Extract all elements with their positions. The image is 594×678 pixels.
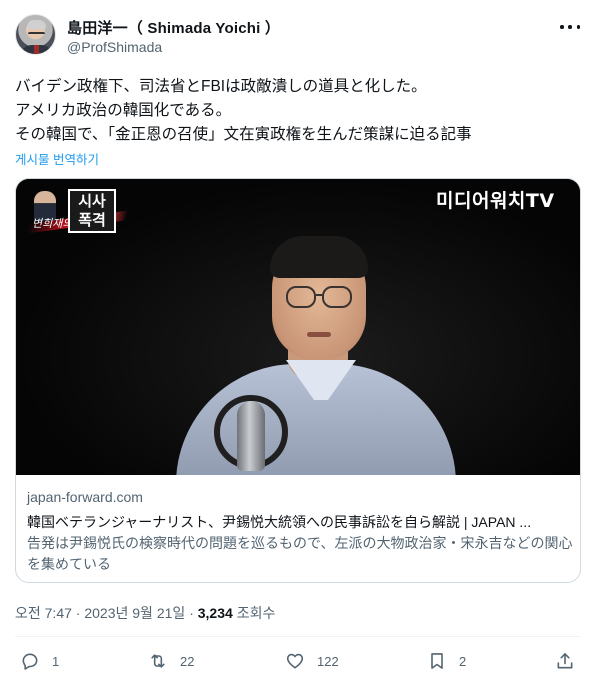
link-preview-card[interactable]: 변희재의 시사 폭격 미디어워치TV japan-forward.com 韓国ベ… (15, 178, 581, 583)
author-handle[interactable]: @ProfShimada (67, 39, 162, 55)
channel-logo: 미디어워치TV (436, 190, 555, 212)
bookmark-button[interactable]: 2 (427, 650, 466, 672)
meta-separator: · (189, 605, 194, 621)
program-signature: 변희재의 (32, 217, 73, 230)
program-badge: 시사 폭격 (68, 189, 116, 233)
views-label: 조회수 (236, 605, 276, 621)
author-display-name[interactable]: 島田洋一（ Shimada Yoichi ） (67, 17, 280, 38)
post-time[interactable]: 오전 7:47 (15, 605, 72, 621)
tweet-text: バイデン政権下、司法省とFBIは政敵潰しの道具と化した。 アメリカ政治の韓国化で… (15, 75, 580, 147)
tweet-line: バイデン政権下、司法省とFBIは政敵潰しの道具と化した。 (15, 78, 427, 95)
post-date[interactable]: 2023년 9월 21일 (84, 605, 185, 621)
views-count: 3,234 (197, 605, 233, 621)
like-count: 122 (317, 653, 339, 669)
repost-arrows-icon (148, 651, 168, 671)
card-domain: japan-forward.com (27, 489, 143, 505)
repost-button[interactable]: 22 (148, 650, 194, 672)
bookmark-count: 2 (459, 653, 467, 669)
tweet: 島田洋一（ Shimada Yoichi ） @ProfShimada バイデン… (0, 0, 594, 678)
share-button[interactable] (555, 650, 575, 672)
like-button[interactable]: 122 (285, 650, 339, 672)
reply-button[interactable]: 1 (20, 650, 59, 672)
speech-bubble-icon (20, 651, 40, 671)
divider (15, 636, 580, 637)
repost-count: 22 (180, 653, 195, 669)
meta-separator: · (75, 605, 81, 621)
heart-icon (285, 651, 305, 671)
more-dots-icon (560, 25, 580, 29)
more-options-button[interactable] (560, 20, 580, 34)
tweet-line: アメリカ政治の韓国化である。 (15, 102, 232, 119)
reply-count: 1 (52, 653, 60, 669)
translate-post-link[interactable]: 게시물 번역하기 (15, 149, 99, 168)
upload-share-icon (555, 651, 575, 671)
microphone-image (214, 395, 288, 475)
card-title: 韓国ベテランジャーナリスト、尹錫悦大統領への民事訴訟を自ら解説 | JAPAN … (27, 514, 532, 530)
card-description: 告発は尹錫悦氏の検察時代の問題を巡るもので、左派の大物政治家・宋永吉などの関心を… (27, 535, 573, 572)
program-logo: 변희재의 시사 폭격 (26, 187, 129, 235)
tweet-line: その韓国で、「金正恩の召使」文在寅政権を生んだ策謀に迫る記事 (15, 126, 472, 143)
bookmark-icon (427, 651, 447, 671)
avatar[interactable] (15, 14, 56, 55)
tweet-meta: 오전 7:47 · 2023년 9월 21일 · 3,234 조회수 (15, 603, 275, 623)
card-thumbnail[interactable]: 변희재의 시사 폭격 미디어워치TV (16, 179, 580, 475)
